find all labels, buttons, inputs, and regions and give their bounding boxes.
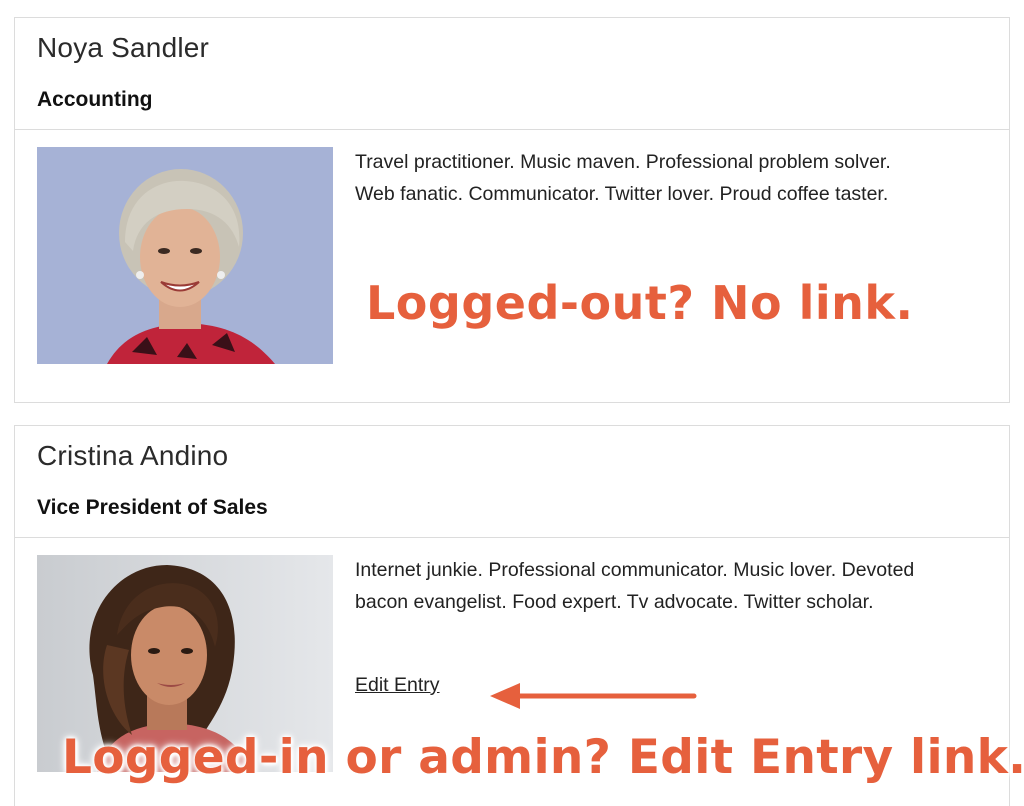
logged-in-annotation: Logged-in or admin? Edit Entry link. [62, 730, 1024, 785]
divider [15, 129, 1009, 130]
divider [15, 537, 1009, 538]
arrow-left-icon [490, 683, 697, 709]
entry-title: Accounting [37, 88, 153, 111]
directory-entry-card: Noya Sandler Accounting Travel practitio… [14, 17, 1010, 403]
entry-name: Cristina Andino [37, 440, 229, 471]
profile-photo [37, 147, 333, 364]
entry-title: Vice President of Sales [37, 496, 268, 519]
logged-out-annotation: Logged-out? No link. [366, 276, 914, 330]
edit-entry-link[interactable]: Edit Entry [355, 674, 440, 697]
entry-name: Noya Sandler [37, 32, 210, 63]
entry-bio: Travel practitioner. Music maven. Profes… [355, 151, 891, 205]
entry-bio: Internet junkie. Professional communicat… [355, 559, 915, 613]
